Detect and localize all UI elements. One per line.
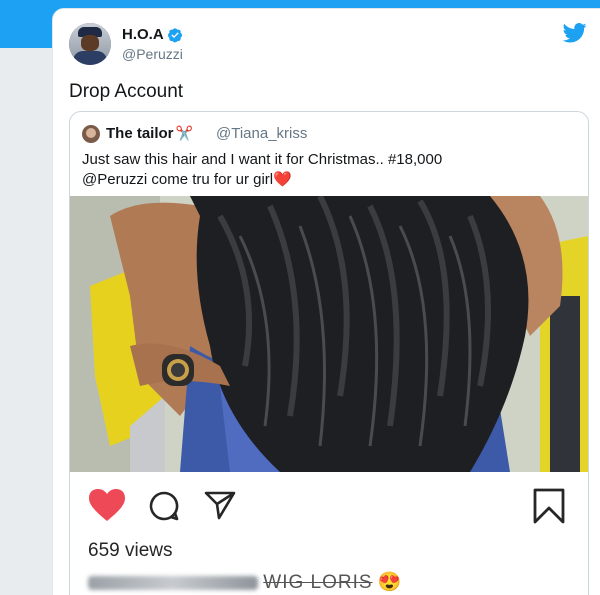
heart-icon[interactable] bbox=[88, 488, 126, 522]
twitter-bird-icon[interactable] bbox=[563, 23, 587, 43]
quoted-tweet[interactable]: The tailor ✂️ @Tiana_kriss Just saw this… bbox=[69, 111, 589, 595]
author-handle[interactable]: @Peruzzi bbox=[122, 46, 183, 62]
quoted-author-handle[interactable]: @Tiana_kriss bbox=[216, 125, 307, 142]
author-name[interactable]: H.O.A bbox=[122, 26, 183, 43]
post-caption: WIG LORIS 😍 bbox=[88, 570, 402, 594]
hair-photo[interactable] bbox=[70, 196, 588, 472]
caption-text: WIG LORIS bbox=[263, 572, 373, 593]
quoted-author-name-text[interactable]: The tailor bbox=[106, 125, 174, 142]
quoted-author-avatar[interactable] bbox=[82, 125, 100, 143]
quoted-text-line-1: Just saw this hair and I want it for Chr… bbox=[82, 151, 443, 168]
bookmark-icon[interactable] bbox=[532, 488, 566, 524]
author-name-text[interactable]: H.O.A bbox=[122, 26, 164, 43]
quoted-author-name[interactable]: The tailor ✂️ bbox=[106, 125, 193, 142]
quoted-text-line-2: @Peruzzi come tru for ur girl bbox=[82, 171, 274, 188]
blurred-username bbox=[88, 575, 258, 590]
tweet-card[interactable]: H.O.A @Peruzzi Drop Account The tailor ✂… bbox=[52, 8, 600, 595]
share-icon[interactable] bbox=[204, 490, 236, 520]
comment-icon[interactable] bbox=[148, 490, 180, 522]
scissors-emoji-icon: ✂️ bbox=[175, 125, 193, 141]
author-avatar[interactable] bbox=[69, 23, 111, 65]
view-count: 659 views bbox=[88, 540, 173, 561]
quoted-tweet-text: Just saw this hair and I want it for Chr… bbox=[82, 150, 582, 190]
heart-eyes-emoji-icon: 😍 bbox=[377, 572, 402, 593]
verified-badge-icon bbox=[167, 27, 182, 42]
instagram-actions: 659 views WIG LORIS 😍 bbox=[70, 472, 588, 595]
red-heart-emoji-icon: ❤️ bbox=[273, 171, 292, 188]
tweet-text: Drop Account bbox=[69, 81, 184, 102]
